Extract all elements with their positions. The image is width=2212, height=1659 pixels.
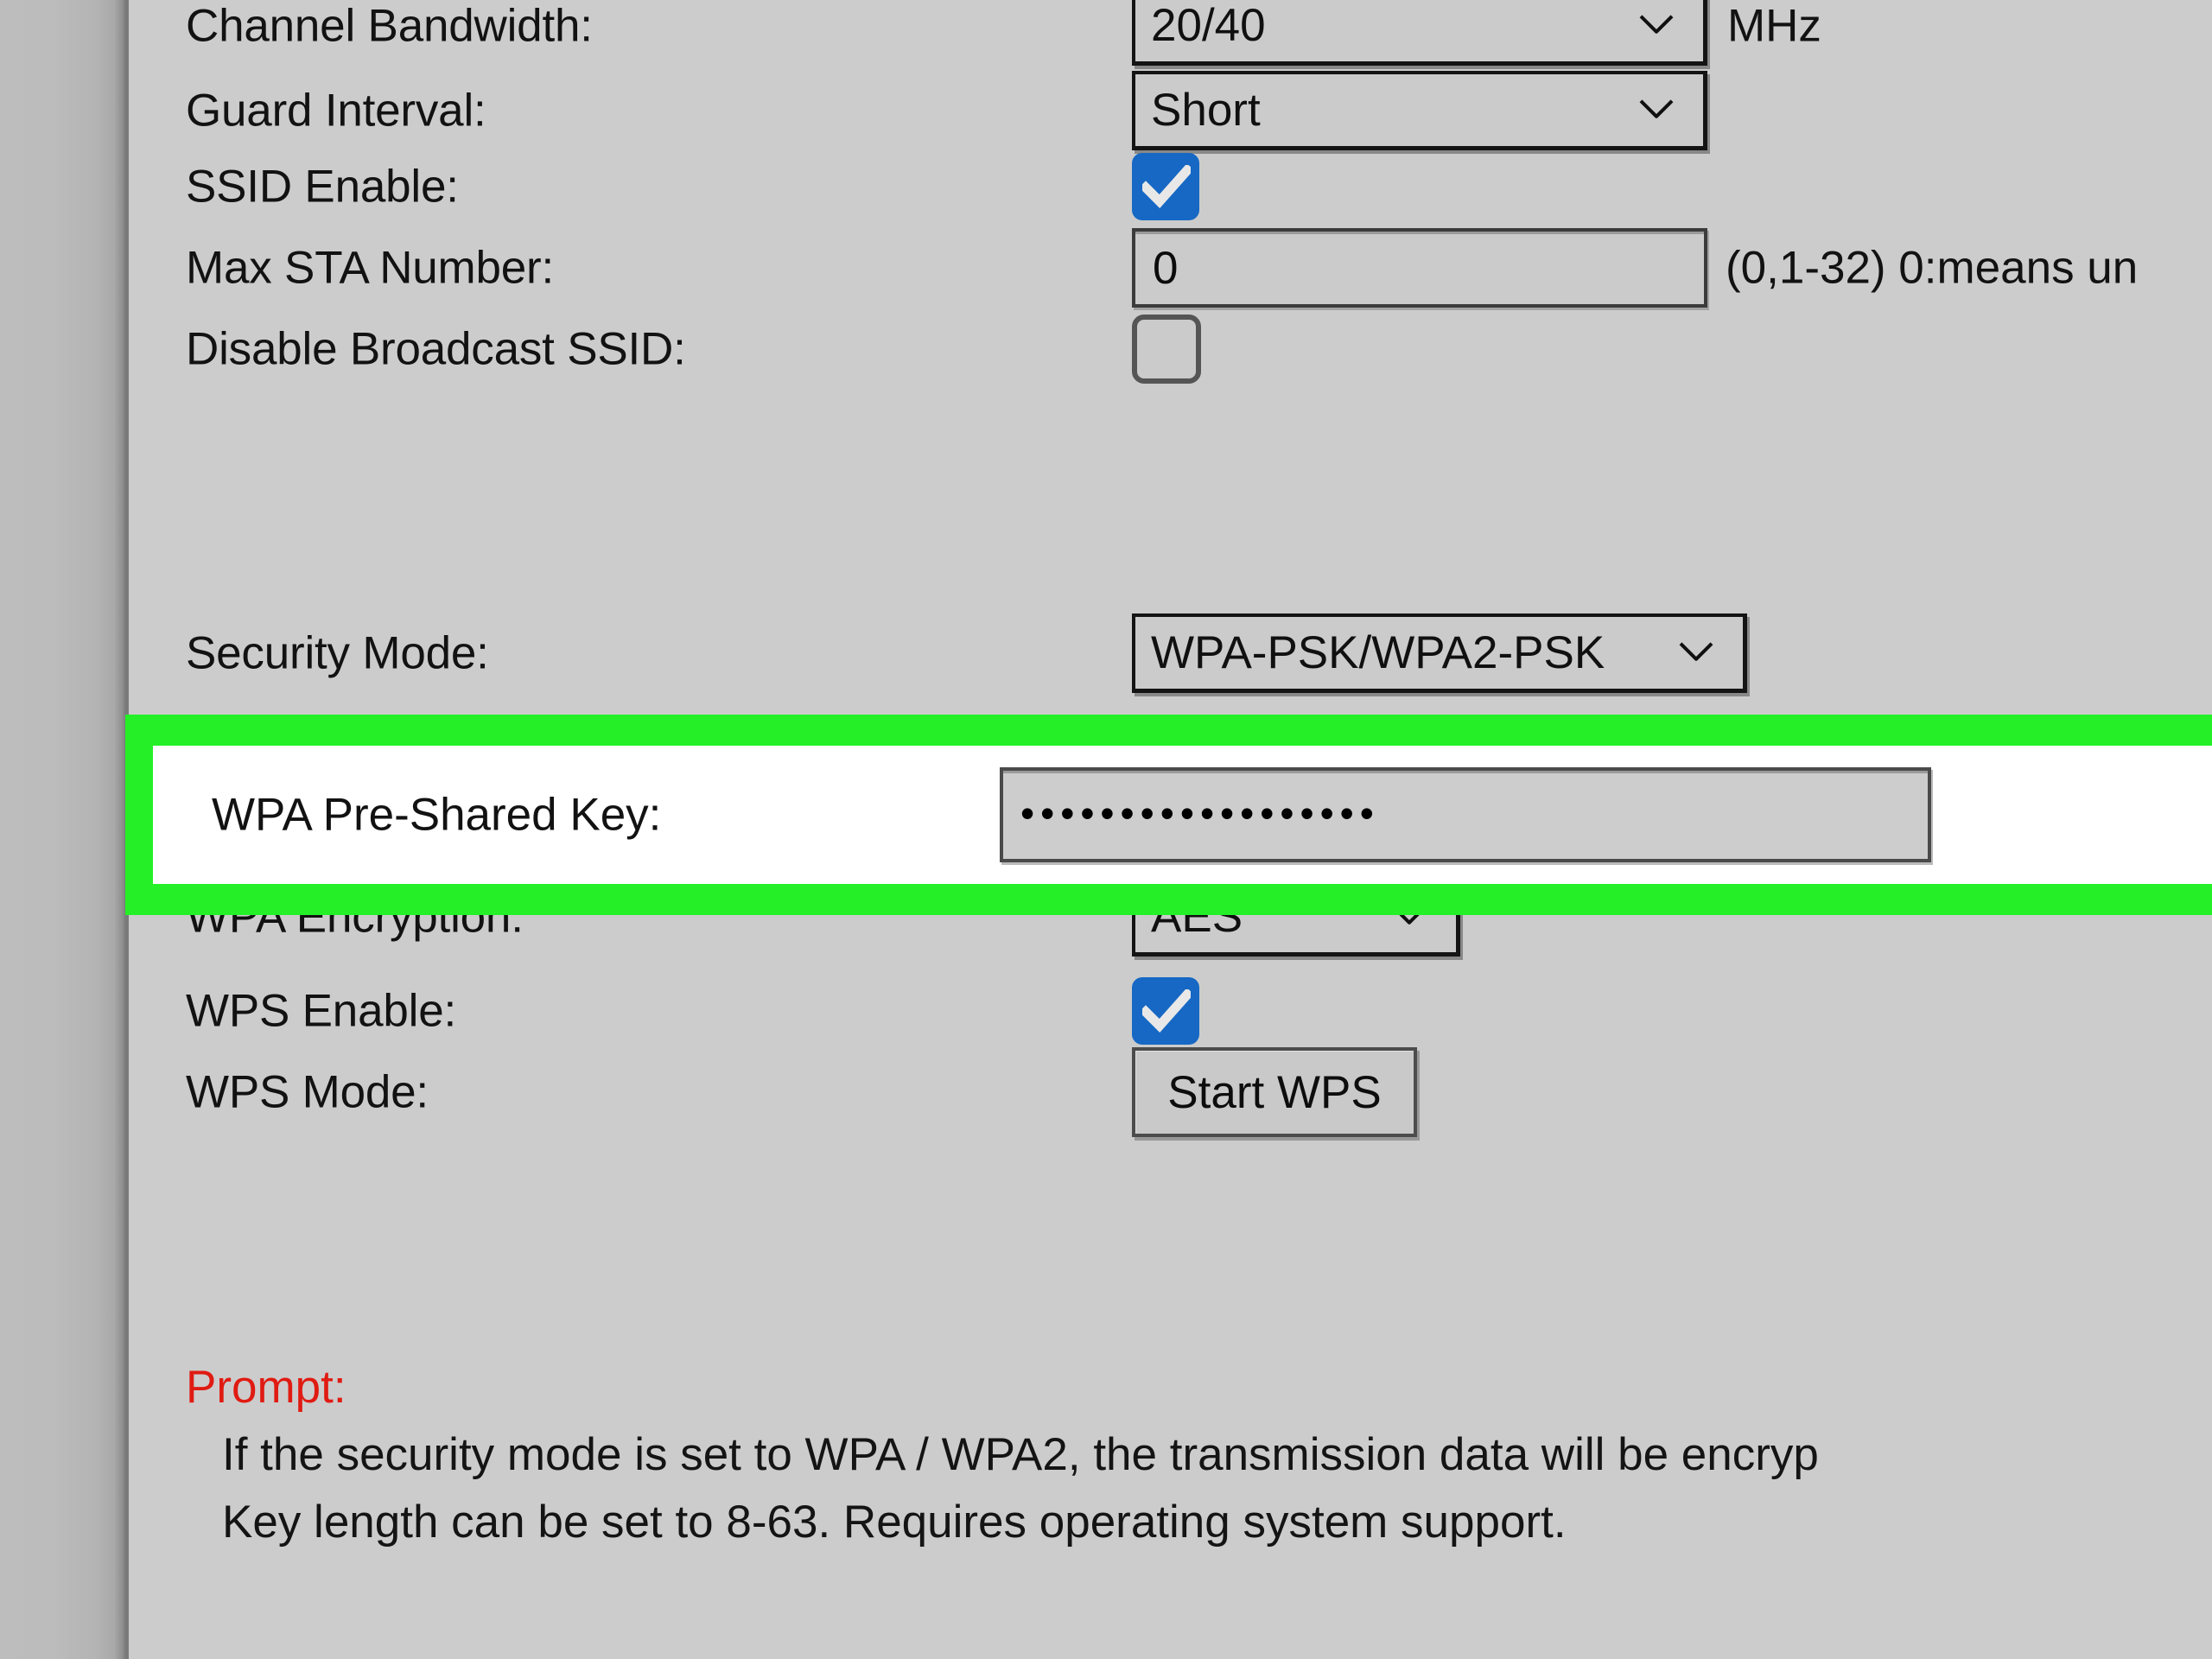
label-disable-broadcast-ssid: Disable Broadcast SSID: [186,323,686,375]
field-guard-interval: Short [1132,71,1707,150]
checkbox-disable-broadcast-ssid[interactable] [1132,315,1201,384]
suffix-channel-bandwidth: MHz [1727,0,1821,52]
row-channel-bandwidth: Channel Bandwidth: 20/40 MHz [129,0,2212,67]
row-disable-broadcast-ssid: Disable Broadcast SSID: [129,308,2212,391]
label-max-sta-number: Max STA Number: [186,242,555,294]
input-wpa-pre-shared-key[interactable]: •••••••••••••••••• [1000,767,1931,862]
prompt-title: Prompt: [186,1362,346,1413]
field-wpa-pre-shared-key: •••••••••••••••••• [1000,767,1931,862]
checkmark-icon [1142,165,1191,208]
chevron-down-icon [1679,641,1713,661]
label-guard-interval: Guard Interval: [186,85,486,137]
label-wps-mode: WPS Mode: [186,1066,429,1118]
label-channel-bandwidth: Channel Bandwidth: [186,0,593,52]
row-wps-enable: WPS Enable: [129,969,2212,1052]
select-security-mode[interactable]: WPA-PSK/WPA2-PSK [1132,613,1747,693]
label-ssid-enable: SSID Enable: [186,161,459,213]
hint-max-sta-number: (0,1-32) 0:means un [1726,242,2139,294]
label-security-mode: Security Mode: [186,627,489,679]
checkmark-icon [1142,989,1191,1033]
row-ssid-enable: SSID Enable: [129,145,2212,228]
start-wps-button-label: Start WPS [1167,1066,1382,1118]
chevron-down-icon [1639,99,1674,118]
select-security-mode-value: WPA-PSK/WPA2-PSK [1151,627,1605,678]
label-wpa-pre-shared-key: WPA Pre-Shared Key: [212,789,662,841]
row-max-sta-number: Max STA Number: 0 (0,1-32) 0:means un [129,226,2212,309]
select-guard-interval[interactable]: Short [1132,71,1707,150]
wpa-key-highlight-band: WPA Pre-Shared Key: •••••••••••••••••• [125,715,2212,915]
prompt-line-1: If the security mode is set to WPA / WPA… [222,1429,1819,1480]
prompt-line-2: Key length can be set to 8-63. Requires … [222,1497,1567,1548]
field-wps-enable [1132,977,1199,1045]
field-wps-mode: Start WPS [1132,1047,1417,1137]
input-max-sta-number[interactable]: 0 [1132,228,1707,308]
page-left-gutter [0,0,128,1659]
input-max-sta-number-value: 0 [1153,242,1179,294]
chevron-down-icon [1639,14,1674,34]
row-wps-mode: WPS Mode: Start WPS [129,1047,2212,1137]
label-wps-enable: WPS Enable: [186,985,457,1037]
wpa-key-highlight-inner: WPA Pre-Shared Key: •••••••••••••••••• [153,746,2212,884]
field-security-mode: WPA-PSK/WPA2-PSK [1132,613,1747,693]
start-wps-button[interactable]: Start WPS [1132,1047,1417,1137]
checkbox-wps-enable[interactable] [1132,977,1199,1045]
select-guard-interval-value: Short [1151,85,1261,136]
field-max-sta-number: 0 [1132,228,1707,308]
field-ssid-enable [1132,153,1199,220]
row-guard-interval: Guard Interval: Short [129,69,2212,152]
select-channel-bandwidth-value: 20/40 [1151,0,1266,51]
checkbox-ssid-enable[interactable] [1132,153,1199,220]
row-security-mode: Security Mode: WPA-PSK/WPA2-PSK [129,612,2212,695]
input-wpa-pre-shared-key-value: •••••••••••••••••• [1020,791,1380,836]
field-channel-bandwidth: 20/40 [1132,0,1707,66]
router-wireless-settings-page: Channel Bandwidth: 20/40 MHz Guard Inter… [0,0,2212,1659]
field-disable-broadcast-ssid [1132,315,1201,384]
select-channel-bandwidth[interactable]: 20/40 [1132,0,1707,66]
